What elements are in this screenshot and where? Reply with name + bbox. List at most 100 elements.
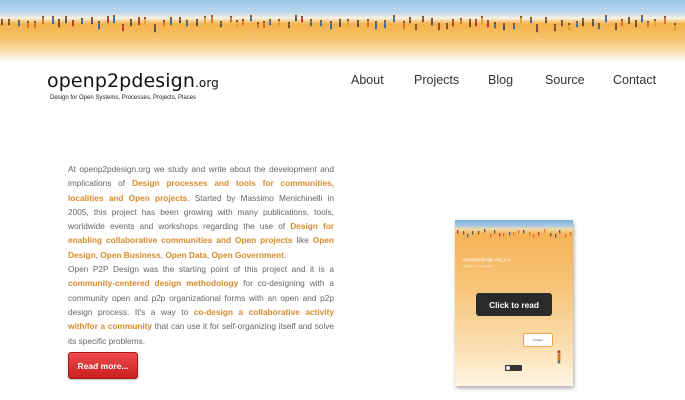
book-figure: [513, 232, 515, 236]
banner-figure-head: [620, 18, 624, 22]
book-figure: [484, 229, 486, 233]
banner-figure-body: [144, 19, 146, 26]
banner-figure-head: [437, 22, 441, 26]
banner-figure-head: [0, 18, 4, 22]
banner-figure-body: [1, 21, 3, 26]
banner-figure-body: [72, 22, 74, 27]
banner-figure-head: [309, 18, 313, 22]
banner-figure-head: [480, 15, 484, 19]
banner-figure-body: [8, 21, 10, 26]
banner-figure-head: [106, 15, 110, 19]
highlight-link[interactable]: Open Data: [165, 250, 207, 260]
banner-figure-head: [519, 15, 523, 19]
nav-contact[interactable]: Contact: [613, 73, 656, 87]
nav-about[interactable]: About: [351, 73, 384, 87]
main-nav: About Projects Blog Source Contact: [0, 73, 685, 91]
banner-figure-body: [452, 21, 454, 27]
banner-figure-head: [256, 21, 260, 25]
banner-figure-head: [210, 14, 214, 18]
banner-figure-body: [654, 21, 656, 28]
banner-figure-head: [64, 15, 68, 19]
banner-figure-body: [393, 17, 395, 23]
banner-figure-head: [392, 14, 396, 18]
banner-figure-head: [129, 18, 133, 22]
banner-figure-head: [421, 15, 425, 19]
banner-figures-decoration: [0, 14, 677, 33]
banner-figure-body: [357, 22, 359, 28]
banner-figure-head: [474, 18, 478, 22]
banner-figure-body: [415, 26, 417, 31]
book-figure: [529, 232, 531, 236]
banner-figure-head: [268, 18, 272, 22]
banner-figure-body: [469, 21, 471, 28]
banner-figure-body: [196, 21, 198, 27]
nav-projects[interactable]: Projects: [414, 73, 459, 87]
banner-figure-head: [640, 14, 644, 18]
site-tagline: Design for Open Systems, Processes, Proj…: [50, 95, 197, 101]
book-figure: [490, 234, 492, 238]
book-figure: [472, 231, 474, 235]
banner-figure-head: [634, 19, 638, 23]
banner-figure-body: [138, 19, 140, 26]
banner-figure-head: [241, 18, 245, 22]
highlight-link[interactable]: community-centered design methodology: [68, 278, 238, 288]
banner-figure-body: [513, 25, 515, 30]
book-preview[interactable]: openp2pdesign.org_1.1 Design for Complex…: [455, 220, 573, 386]
banner-figure-body: [409, 19, 411, 24]
banner-figure-body: [257, 24, 259, 29]
banner-figure-body: [52, 18, 54, 25]
banner-figure-head: [26, 20, 30, 24]
banner-figure-body: [367, 21, 369, 28]
banner-figure-head: [17, 19, 21, 23]
book-figure: [503, 233, 505, 237]
banner-figure-head: [581, 17, 585, 21]
banner-figure-body: [487, 22, 489, 28]
banner-figure-head: [414, 23, 418, 27]
banner-figure-head: [451, 18, 455, 22]
read-more-button[interactable]: Read more...: [68, 352, 138, 379]
book-figure: [559, 230, 561, 234]
highlight-link[interactable]: Open Business: [100, 250, 160, 260]
banner-figure-body: [530, 19, 532, 24]
banner-figure-body: [107, 18, 109, 24]
banner-figure-head: [153, 23, 157, 27]
nav-source[interactable]: Source: [545, 73, 585, 87]
header-banner: [0, 0, 685, 62]
banner-figure-body: [186, 22, 188, 27]
banner-figure-body: [27, 23, 29, 29]
intro-paragraph-2: Open P2P Design was the starting point o…: [68, 262, 334, 348]
nav-blog[interactable]: Blog: [488, 73, 513, 87]
banner-figure-head: [97, 20, 101, 24]
banner-figure-head: [41, 15, 45, 19]
banner-figure-head: [591, 18, 595, 22]
banner-figure-head: [597, 22, 601, 26]
banner-figure-body: [269, 21, 271, 26]
banner-figure-head: [430, 17, 434, 21]
banner-figure-body: [163, 22, 165, 27]
banner-figure-body: [81, 20, 83, 25]
banner-figure-head: [300, 15, 304, 19]
banner-figure-head: [143, 16, 147, 20]
banner-figure-head: [7, 18, 11, 22]
banner-figure-body: [310, 21, 312, 27]
book-figure: [570, 232, 572, 236]
highlight-link[interactable]: Open Government: [211, 250, 283, 260]
banner-figure-body: [220, 23, 222, 28]
banner-figure-body: [347, 21, 349, 28]
banner-figure-body: [592, 21, 594, 27]
banner-figure-body: [236, 22, 238, 29]
book-figure: [550, 233, 552, 237]
banner-figure-body: [641, 17, 643, 23]
banner-figure-head: [169, 16, 173, 20]
banner-figure-body: [545, 19, 547, 24]
click-to-read-button[interactable]: Click to read: [476, 293, 552, 316]
book-figure: [457, 230, 459, 234]
banner-figure-head: [80, 17, 84, 21]
banner-figure-body: [130, 21, 132, 27]
banner-figure-body: [582, 20, 584, 27]
banner-figure-head: [137, 16, 141, 20]
banner-figure-body: [605, 17, 607, 23]
book-figure: [565, 234, 567, 238]
banner-figure-body: [42, 18, 44, 25]
banner-figure-head: [195, 18, 199, 22]
